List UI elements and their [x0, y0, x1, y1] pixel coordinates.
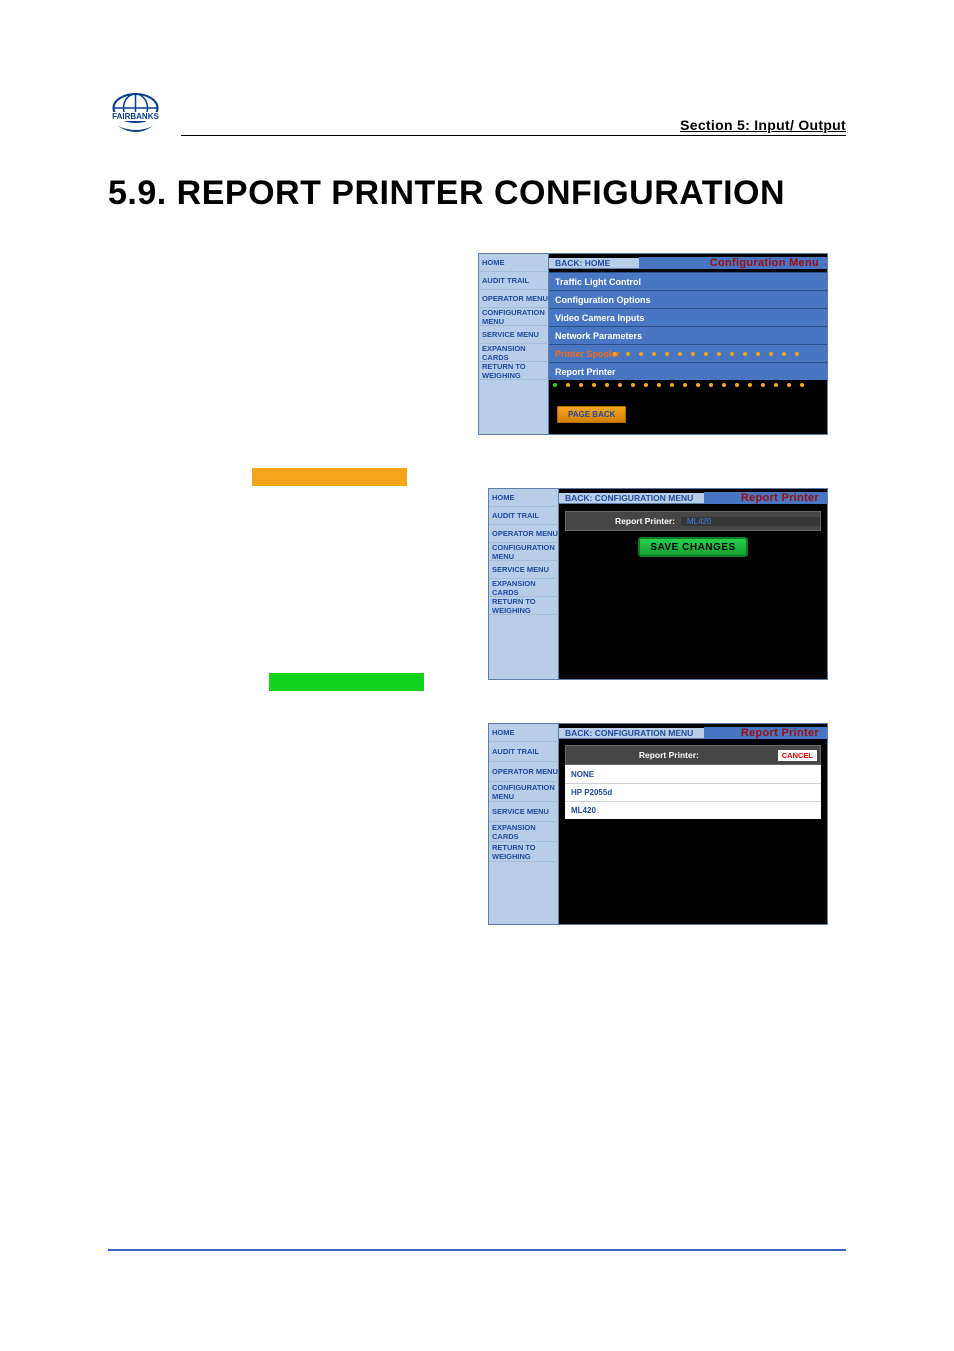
header-rule: [181, 135, 846, 136]
decorative-dots: [609, 352, 825, 355]
sidebar-item[interactable]: CONFIGURATION MENU: [489, 782, 559, 802]
breadcrumb[interactable]: BACK: HOME: [549, 258, 639, 269]
decorative-dots: [549, 383, 825, 386]
sidebar-fill: [479, 380, 549, 434]
field-value: ML420: [681, 517, 820, 526]
sidebar-item[interactable]: SERVICE MENU: [479, 326, 549, 344]
sidebar-item[interactable]: RETURN TO WEIGHING: [489, 842, 559, 862]
footer-rule: [108, 1249, 846, 1251]
page-title: 5.9. REPORT PRINTER CONFIGURATION: [108, 174, 846, 213]
sidebar-item[interactable]: CONFIGURATION MENU: [479, 308, 549, 326]
sidebar-item[interactable]: RETURN TO WEIGHING: [489, 597, 559, 615]
sidebar-item[interactable]: EXPANSION CARDS: [489, 579, 559, 597]
sidebar-item[interactable]: CONFIGURATION MENU: [489, 543, 559, 561]
sidebar-item[interactable]: EXPANSION CARDS: [479, 344, 549, 362]
cancel-button[interactable]: CANCEL: [778, 750, 817, 761]
sidebar-item[interactable]: AUDIT TRAIL: [479, 272, 549, 290]
sidebar-item[interactable]: AUDIT TRAIL: [489, 507, 559, 525]
menu-item[interactable]: Video Camera Inputs: [549, 308, 827, 326]
breadcrumb[interactable]: BACK: CONFIGURATION MENU: [559, 728, 704, 739]
report-printer-select-panel: HOME BACK: CONFIGURATION MENU Report Pri…: [488, 723, 828, 925]
sidebar-item[interactable]: HOME: [489, 489, 559, 507]
sidebar-item[interactable]: RETURN TO WEIGHING: [479, 362, 549, 380]
sidebar-item[interactable]: SERVICE MENU: [489, 802, 559, 822]
highlight-bar-orange: [252, 468, 407, 486]
sidebar-item[interactable]: OPERATOR MENU: [489, 525, 559, 543]
field-label: Report Printer:: [566, 750, 778, 760]
sidebar-fill: [489, 862, 559, 924]
page-back-button[interactable]: PAGE BACK: [557, 406, 626, 423]
sidebar-item[interactable]: OPERATOR MENU: [479, 290, 549, 308]
save-changes-button[interactable]: SAVE CHANGES: [638, 537, 748, 557]
printer-option[interactable]: HP P2055d: [565, 783, 821, 801]
menu-item[interactable]: Traffic Light Control: [549, 272, 827, 290]
svg-text:FAIRBANKS: FAIRBANKS: [112, 112, 159, 121]
sidebar-item[interactable]: EXPANSION CARDS: [489, 822, 559, 842]
sidebar-item[interactable]: HOME: [489, 724, 559, 742]
sidebar-item[interactable]: HOME: [479, 254, 549, 272]
panel-title: Configuration Menu: [639, 257, 827, 269]
section-label: Section 5: Input/ Output: [680, 117, 846, 133]
report-printer-field[interactable]: Report Printer: ML420: [565, 511, 821, 531]
menu-item[interactable]: Network Parameters: [549, 326, 827, 344]
menu-item-report-printer[interactable]: Report Printer: [549, 362, 827, 380]
fairbanks-logo: FAIRBANKS: [108, 90, 163, 140]
highlight-bar-green: [269, 673, 424, 691]
menu-item[interactable]: Configuration Options: [549, 290, 827, 308]
breadcrumb[interactable]: BACK: CONFIGURATION MENU: [559, 493, 704, 504]
panel-title: Report Printer: [704, 492, 827, 504]
sidebar-item[interactable]: AUDIT TRAIL: [489, 742, 559, 762]
printer-option[interactable]: ML420: [565, 801, 821, 819]
printer-option[interactable]: NONE: [565, 765, 821, 783]
sidebar-item[interactable]: OPERATOR MENU: [489, 762, 559, 782]
sidebar-item[interactable]: SERVICE MENU: [489, 561, 559, 579]
panel-title: Report Printer: [704, 727, 827, 739]
sidebar-fill: [489, 615, 559, 679]
field-label: Report Printer:: [566, 516, 681, 526]
report-printer-field: Report Printer: CANCEL: [565, 745, 821, 765]
report-printer-panel: HOME BACK: CONFIGURATION MENU Report Pri…: [488, 488, 828, 680]
config-menu-panel: HOME BACK: HOME Configuration Menu AUDIT…: [478, 253, 828, 435]
